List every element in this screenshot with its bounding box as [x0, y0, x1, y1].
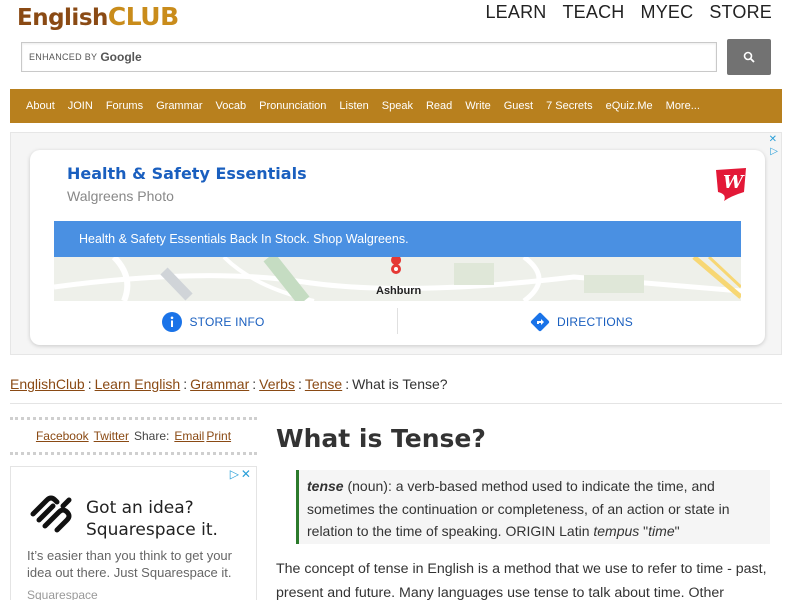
- walgreens-ad[interactable]: ✕ ▷ Health & Safety Essentials Walgreens…: [10, 132, 782, 355]
- nav-listen[interactable]: Listen: [339, 100, 368, 112]
- nav-read[interactable]: Read: [426, 100, 452, 112]
- ad-headline[interactable]: Got an idea? Squarespace it.: [86, 497, 218, 541]
- ad-headline-line2: Squarespace it.: [86, 520, 218, 540]
- breadcrumb-tense[interactable]: Tense: [305, 376, 342, 392]
- nav-more[interactable]: More...: [666, 100, 700, 112]
- ad-banner[interactable]: Health & Safety Essentials Back In Stock…: [54, 221, 741, 257]
- breadcrumb-verbs[interactable]: Verbs: [259, 376, 295, 392]
- directions-label: DIRECTIONS: [556, 315, 633, 329]
- directions-button[interactable]: DIRECTIONS: [398, 308, 765, 336]
- article-paragraph: The concept of tense in English is a met…: [276, 561, 767, 600]
- email-link[interactable]: Email: [174, 429, 204, 443]
- definition-origin-gloss: time: [648, 523, 675, 539]
- definition-box: tense (noun): a verb-based method used t…: [296, 470, 770, 544]
- englishclub-logo[interactable]: EnglishCLUB: [17, 2, 179, 38]
- ad-brand: Squarespace: [27, 588, 98, 600]
- definition-origin-word: tempus: [593, 523, 640, 539]
- ad-title[interactable]: Health & Safety Essentials: [67, 164, 307, 183]
- nav-join[interactable]: JOIN: [68, 100, 93, 112]
- google-label: Google: [100, 50, 142, 64]
- breadcrumb-learn-english[interactable]: Learn English: [95, 376, 181, 392]
- ad-choices-icon[interactable]: ▷✕: [230, 467, 253, 481]
- nav-write[interactable]: Write: [465, 100, 490, 112]
- map-label: Ashburn: [376, 285, 422, 297]
- store-info-label: STORE INFO: [189, 315, 265, 329]
- twitter-link[interactable]: Twitter: [94, 429, 129, 443]
- page-title: What is Tense?: [276, 424, 486, 453]
- top-nav-myec[interactable]: MYEC: [641, 2, 694, 23]
- nav-grammar[interactable]: Grammar: [156, 100, 202, 112]
- facebook-link[interactable]: Facebook: [36, 429, 89, 443]
- main-nav: About JOIN Forums Grammar Vocab Pronunci…: [10, 89, 782, 123]
- share-label: Share:: [133, 429, 170, 443]
- ad-map[interactable]: Ashburn: [54, 257, 741, 301]
- store-info-button[interactable]: STORE INFO: [30, 308, 397, 336]
- top-nav: LEARN TEACH MYEC STORE: [485, 2, 772, 23]
- search-input[interactable]: enhanced by Google: [21, 42, 717, 72]
- nav-speak[interactable]: Speak: [382, 100, 413, 112]
- ad-info-icon[interactable]: ▷: [770, 146, 778, 157]
- ad-headline-line1: Got an idea?: [86, 498, 194, 518]
- ad-subtitle: Walgreens Photo: [67, 188, 174, 204]
- nav-7-secrets[interactable]: 7 Secrets: [546, 100, 592, 112]
- search-icon: [743, 51, 755, 63]
- breadcrumb-grammar[interactable]: Grammar: [190, 376, 249, 392]
- enhanced-by-label: enhanced by: [29, 52, 98, 62]
- top-nav-store[interactable]: STORE: [709, 2, 772, 23]
- nav-forums[interactable]: Forums: [106, 100, 143, 112]
- top-nav-teach[interactable]: TEACH: [562, 2, 624, 23]
- info-icon: [162, 312, 183, 332]
- breadcrumb: EnglishClub: Learn English: Grammar: Verbs:…: [10, 376, 448, 392]
- logo-club: CLUB: [107, 2, 179, 31]
- top-nav-learn[interactable]: LEARN: [485, 2, 546, 23]
- ad-card[interactable]: Health & Safety Essentials Walgreens Pho…: [30, 150, 765, 345]
- walgreens-logo-icon: W: [716, 168, 746, 201]
- nav-equiz[interactable]: eQuiz.Me: [606, 100, 653, 112]
- definition-term: tense: [307, 478, 344, 494]
- nav-vocab[interactable]: Vocab: [216, 100, 247, 112]
- nav-pronunciation[interactable]: Pronunciation: [259, 100, 326, 112]
- svg-text:W: W: [723, 172, 745, 193]
- squarespace-logo-icon: [30, 495, 72, 533]
- ad-actions: STORE INFO DIRECTIONS: [30, 308, 765, 336]
- logo-english: English: [17, 5, 108, 31]
- breadcrumb-englishclub[interactable]: EnglishClub: [10, 376, 85, 392]
- divider: [10, 403, 782, 404]
- nav-guest[interactable]: Guest: [504, 100, 533, 112]
- definition-pos: (noun): [347, 478, 388, 494]
- search-button[interactable]: [727, 39, 771, 75]
- breadcrumb-current: What is Tense?: [352, 376, 448, 392]
- ad-choices-icon[interactable]: ✕: [769, 134, 777, 145]
- ad-body: It’s easier than you think to get your i…: [27, 548, 232, 580]
- print-link[interactable]: Print: [206, 429, 231, 443]
- share-bar: Facebook Twitter Share: Email Print: [10, 417, 257, 455]
- directions-icon: [530, 312, 550, 332]
- squarespace-ad[interactable]: ▷✕ Got an idea? Squarespace it. It’s eas…: [10, 466, 257, 600]
- nav-about[interactable]: About: [26, 100, 55, 112]
